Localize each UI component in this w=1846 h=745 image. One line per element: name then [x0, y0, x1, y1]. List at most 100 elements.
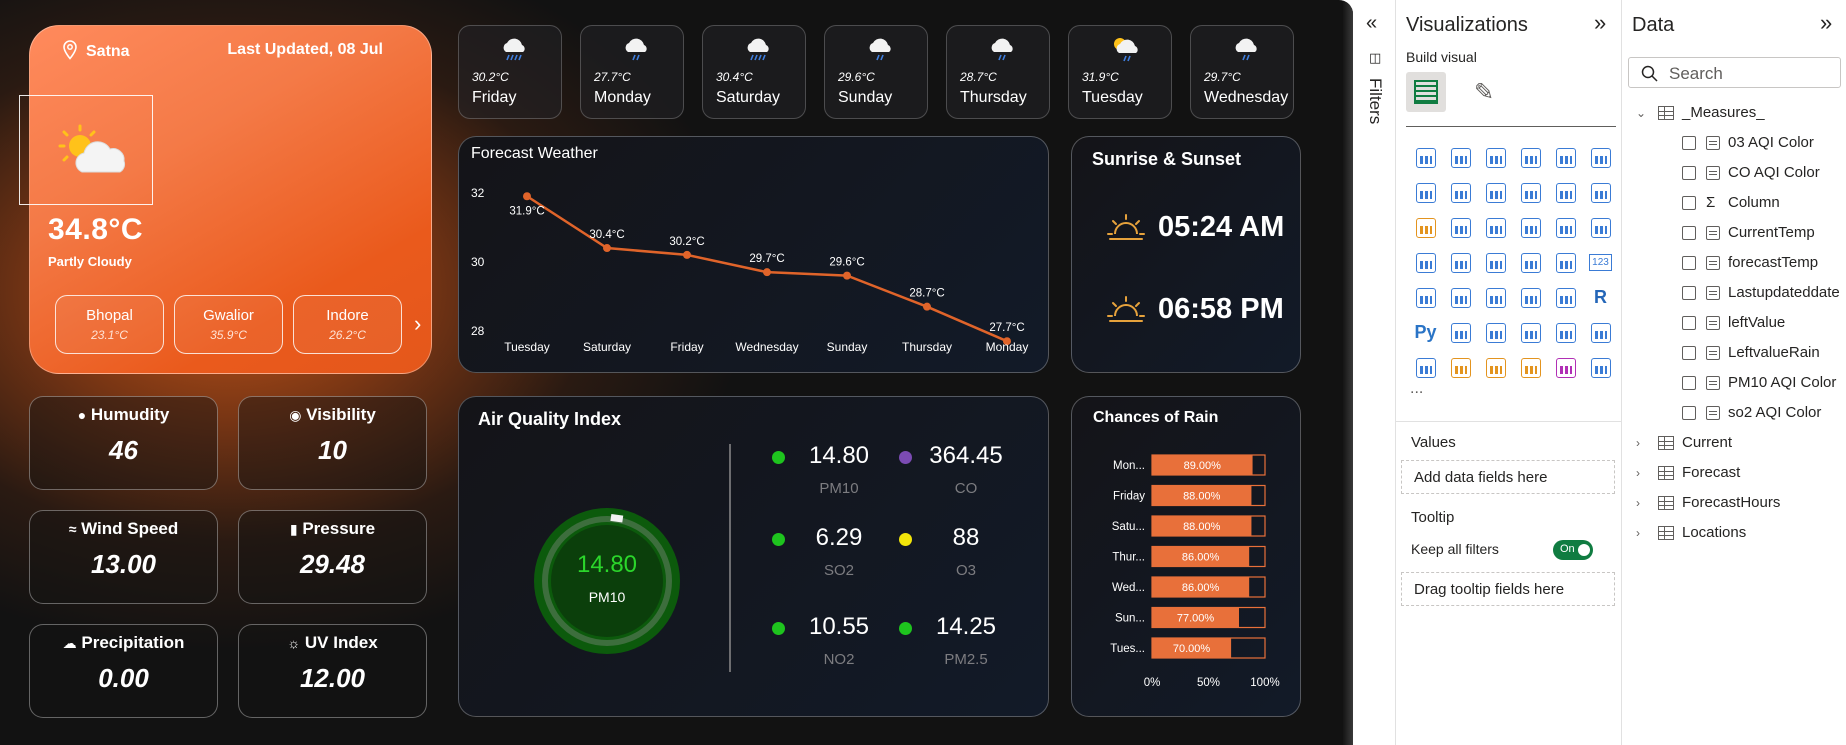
treemap-icon[interactable]: [1408, 245, 1443, 280]
table-forecast[interactable]: › Forecast: [1636, 464, 1740, 481]
pie-chart-icon[interactable]: [1548, 210, 1583, 245]
expand-chevrons-icon[interactable]: »: [1594, 10, 1606, 36]
multi-row-card-icon[interactable]: [1408, 280, 1443, 315]
qa-icon[interactable]: [1513, 315, 1548, 350]
forecast-card[interactable]: 29.6°C Sunday: [824, 25, 928, 119]
custom-visual-2-icon[interactable]: [1513, 350, 1548, 385]
table-icon[interactable]: [1513, 280, 1548, 315]
donut-chart-icon[interactable]: [1583, 210, 1618, 245]
gauge-icon[interactable]: [1548, 245, 1583, 280]
filters-pane[interactable]: « ◫ Filters: [1353, 0, 1396, 745]
chevron-visual-icon[interactable]: [1583, 350, 1618, 385]
format-visual-icon[interactable]: ✎: [1474, 78, 1494, 107]
field-item[interactable]: so2 AQI Color: [1682, 404, 1821, 421]
stacked-bar-icon[interactable]: [1408, 140, 1443, 175]
city-card-gwalior[interactable]: Gwalior 35.9°C: [174, 295, 283, 354]
table-current[interactable]: › Current: [1636, 434, 1732, 451]
clustered-column-icon[interactable]: [1513, 140, 1548, 175]
field-item[interactable]: forecastTemp: [1682, 254, 1818, 271]
field-item[interactable]: 03 AQI Color: [1682, 134, 1814, 151]
power-apps-icon[interactable]: [1443, 350, 1478, 385]
card-icon[interactable]: 123: [1583, 245, 1618, 280]
checkbox[interactable]: [1682, 135, 1696, 150]
tooltip-field-well[interactable]: Drag tooltip fields here: [1401, 572, 1615, 606]
metrics-icon[interactable]: [1583, 315, 1618, 350]
custom-visual-icon[interactable]: [1478, 350, 1513, 385]
location-pin-icon: [63, 40, 77, 60]
checkbox[interactable]: [1682, 405, 1696, 420]
city-card-indore[interactable]: Indore 26.2°C: [293, 295, 402, 354]
checkbox[interactable]: [1682, 285, 1696, 300]
ribbon-chart-icon[interactable]: [1408, 210, 1443, 245]
measure-icon: [1706, 375, 1720, 390]
build-visual-tab[interactable]: [1406, 72, 1446, 112]
slicer-icon[interactable]: [1478, 280, 1513, 315]
filters-label[interactable]: Filters: [1365, 78, 1385, 124]
forecast-card[interactable]: 28.7°C Thursday: [946, 25, 1050, 119]
full-area-icon[interactable]: [1513, 175, 1548, 210]
forecast-weather-chart[interactable]: Forecast Weather 32 30 28 31.9°C Tuesday 30.4…: [458, 136, 1049, 373]
r-visual-icon[interactable]: R: [1583, 280, 1618, 315]
field-item[interactable]: CO AQI Color: [1682, 164, 1820, 181]
chevron-right-icon[interactable]: ›: [414, 311, 421, 337]
expand-chevrons-icon[interactable]: »: [1820, 10, 1832, 36]
line-column-icon[interactable]: [1548, 175, 1583, 210]
checkbox[interactable]: [1682, 225, 1696, 240]
field-item[interactable]: leftValue: [1682, 314, 1785, 331]
city-card-bhopal[interactable]: Bhopal 23.1°C: [55, 295, 164, 354]
chances-of-rain-chart[interactable]: Chances of Rain Mon... 89.00% Friday 88.00%…: [1071, 396, 1301, 717]
collapse-chevrons-icon[interactable]: «: [1366, 12, 1377, 35]
checkbox[interactable]: [1682, 195, 1696, 210]
decomposition-tree-icon[interactable]: [1478, 315, 1513, 350]
status-dot: [899, 451, 912, 464]
values-field-well[interactable]: Add data fields here: [1401, 460, 1615, 494]
stacked-column-icon[interactable]: [1443, 140, 1478, 175]
table-measures[interactable]: ⌄ _Measures_: [1636, 104, 1765, 121]
checkbox[interactable]: [1682, 255, 1696, 270]
power-automate-icon[interactable]: [1548, 350, 1583, 385]
aqi-value: 14.80: [808, 442, 870, 469]
full-stacked-column-icon[interactable]: [1583, 140, 1618, 175]
checkbox[interactable]: [1682, 375, 1696, 390]
scatter-icon[interactable]: [1513, 210, 1548, 245]
clustered-bar-icon[interactable]: [1478, 140, 1513, 175]
chevron-right-icon: ›: [1636, 495, 1640, 510]
checkbox[interactable]: [1682, 345, 1696, 360]
area-chart-icon[interactable]: [1443, 175, 1478, 210]
azure-map-icon[interactable]: [1513, 245, 1548, 280]
forecast-card[interactable]: 30.2°C Friday: [458, 25, 562, 119]
field-item[interactable]: Lastupdateddate: [1682, 284, 1840, 301]
python-visual-icon[interactable]: Py: [1408, 315, 1443, 350]
kpi-icon[interactable]: [1443, 280, 1478, 315]
status-dot: [772, 451, 785, 464]
waterfall-icon[interactable]: [1443, 210, 1478, 245]
city-name: Gwalior: [203, 307, 254, 324]
table-forecasthours[interactable]: › ForecastHours: [1636, 494, 1780, 511]
field-item[interactable]: Σ Column: [1682, 194, 1780, 211]
forecast-card[interactable]: 27.7°C Monday: [580, 25, 684, 119]
stacked-area-icon[interactable]: [1478, 175, 1513, 210]
keep-filters-toggle[interactable]: On: [1553, 540, 1593, 560]
metric-wind-speed: ≈ Wind Speed 13.00: [29, 510, 218, 604]
forecast-card[interactable]: 31.9°C Tuesday: [1068, 25, 1172, 119]
checkbox[interactable]: [1682, 315, 1696, 330]
current-weather-card[interactable]: Satna Last Updated, 08 Jul 34.8°C Partly…: [19, 25, 432, 374]
forecast-card[interactable]: 29.7°C Wednesday: [1190, 25, 1294, 119]
full-stacked-bar-icon[interactable]: [1548, 140, 1583, 175]
field-item[interactable]: PM10 AQI Color: [1682, 374, 1836, 391]
search-input[interactable]: Search: [1628, 57, 1841, 88]
matrix-icon[interactable]: [1548, 280, 1583, 315]
paginated-report-icon[interactable]: [1548, 315, 1583, 350]
more-visuals[interactable]: ...: [1410, 380, 1423, 398]
field-item[interactable]: CurrentTemp: [1682, 224, 1815, 241]
forecast-card[interactable]: 30.4°C Saturday: [702, 25, 806, 119]
line-clustered-icon[interactable]: [1583, 175, 1618, 210]
funnel-icon[interactable]: [1478, 210, 1513, 245]
line-chart-icon[interactable]: [1408, 175, 1443, 210]
key-influencers-icon[interactable]: [1443, 315, 1478, 350]
table-locations[interactable]: › Locations: [1636, 524, 1746, 541]
checkbox[interactable]: [1682, 165, 1696, 180]
field-item[interactable]: LeftvalueRain: [1682, 344, 1820, 361]
map-icon[interactable]: [1443, 245, 1478, 280]
filled-map-icon[interactable]: [1478, 245, 1513, 280]
